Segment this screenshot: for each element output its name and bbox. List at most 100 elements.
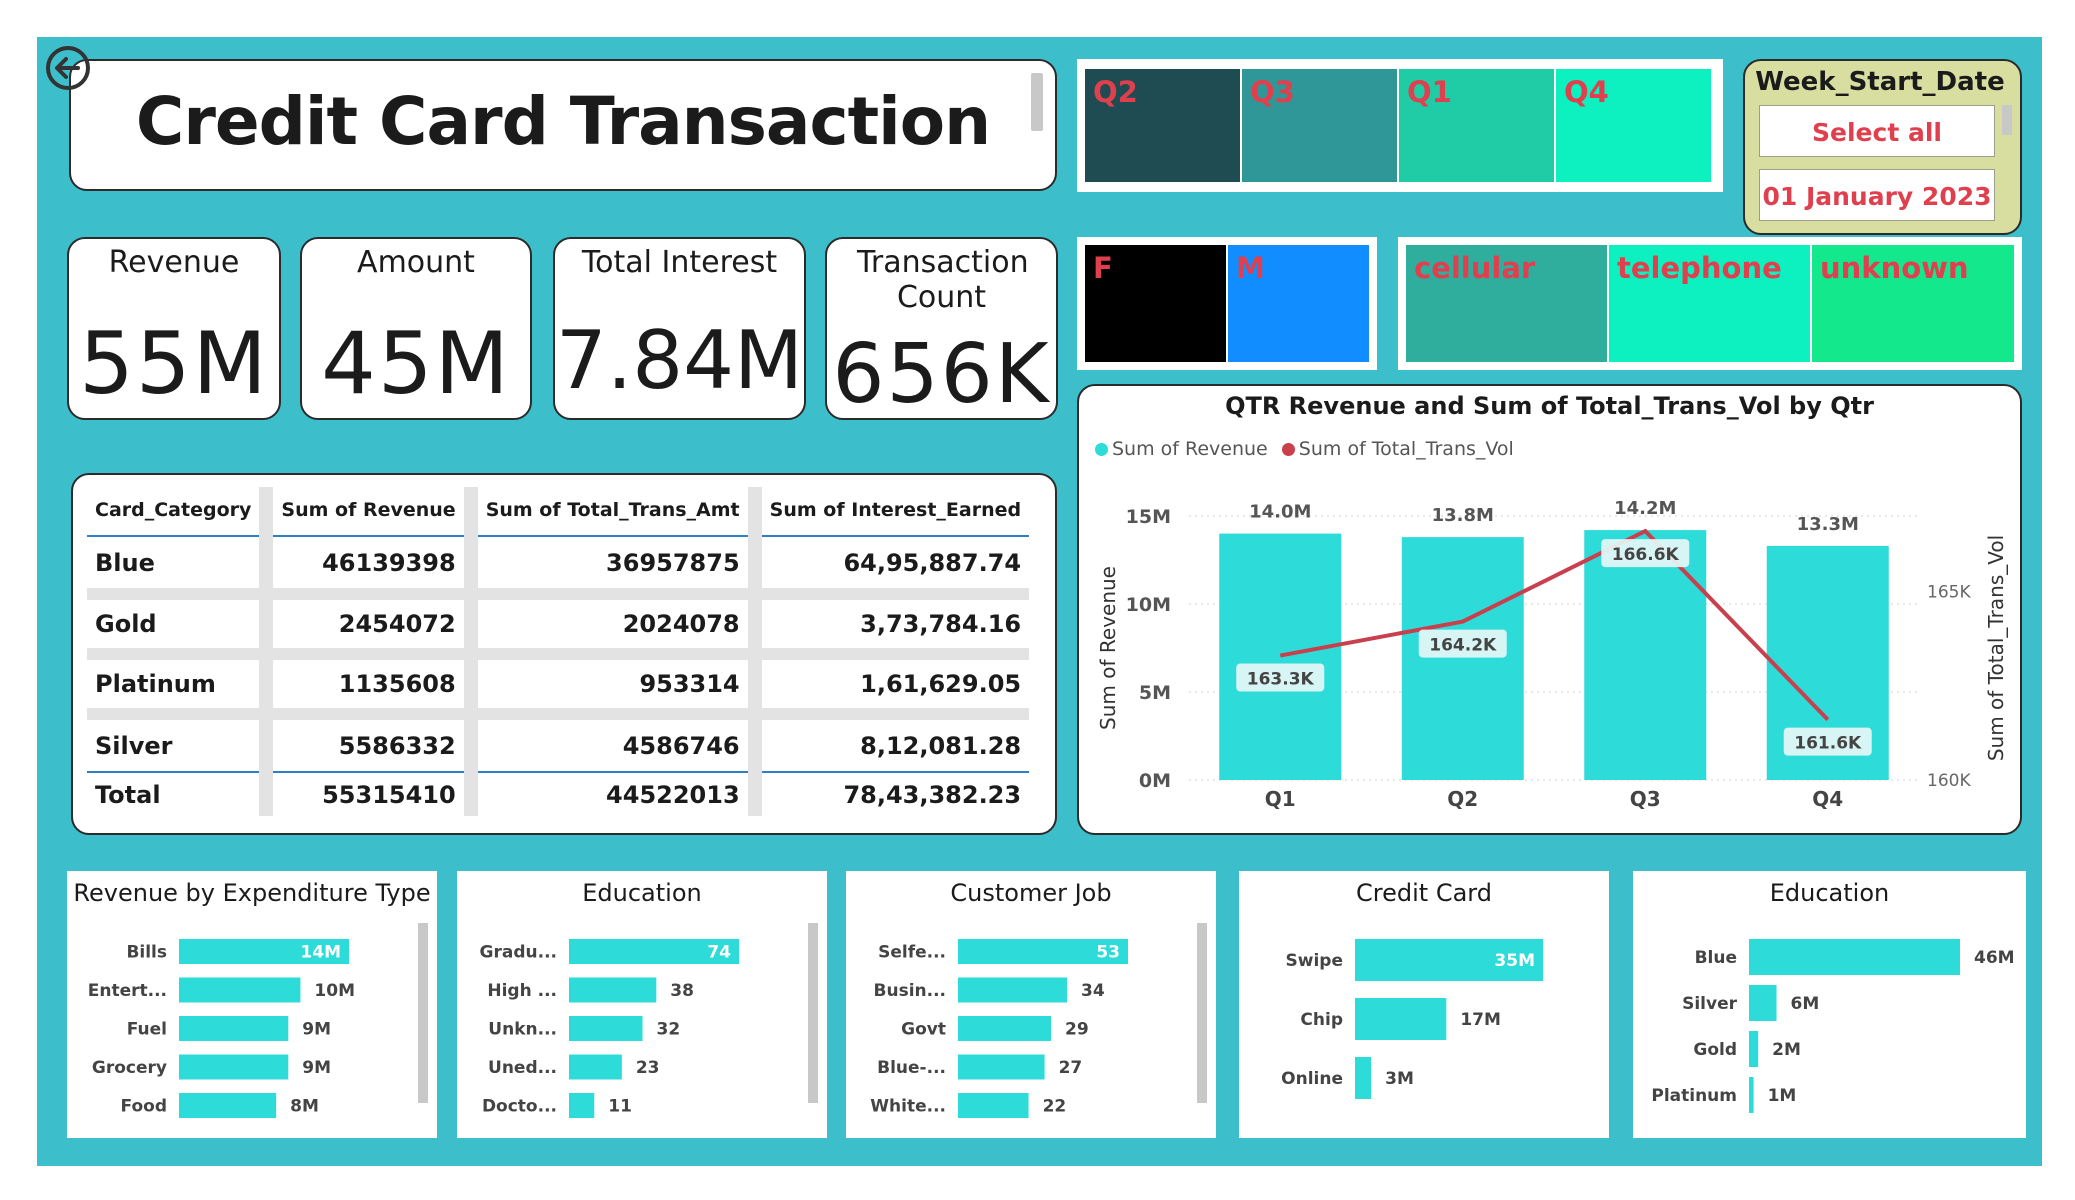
bar[interactable] bbox=[958, 977, 1068, 1003]
week-select-all[interactable]: Select all bbox=[1759, 105, 1995, 157]
y-tick-label: 0M bbox=[1139, 770, 1171, 792]
slicer-tile-m[interactable]: M bbox=[1228, 245, 1369, 362]
kpi-amount-card: Amount 45M bbox=[300, 237, 532, 420]
bar[interactable] bbox=[1355, 1057, 1372, 1099]
bar[interactable] bbox=[569, 1016, 643, 1041]
week-slicer-scrollbar[interactable] bbox=[2002, 105, 2012, 135]
bar-value-label: 14M bbox=[300, 943, 341, 963]
kpi-amount-value: 45M bbox=[321, 314, 511, 414]
bar-value-label: 9M bbox=[302, 1020, 331, 1040]
category-label: Platinum bbox=[1651, 1086, 1737, 1106]
bar[interactable] bbox=[958, 1016, 1052, 1041]
bar[interactable] bbox=[569, 977, 657, 1003]
table-row: Silver 5586332 4586746 8,12,081.28 bbox=[87, 714, 1029, 772]
y2-axis-label: Sum of Total_Trans_Vol bbox=[1984, 535, 2008, 761]
table-cell: Gold bbox=[87, 594, 274, 660]
volume-data-label: 163.3K bbox=[1247, 670, 1315, 690]
category-label: Selfe... bbox=[878, 943, 946, 963]
card-category-table: Card_Category Sum of Revenue Sum of Tota… bbox=[71, 473, 1057, 835]
volume-data-label: 164.2K bbox=[1429, 636, 1497, 656]
kpi-count-value: 656K bbox=[832, 327, 1051, 422]
table-cell: 3,73,784.16 bbox=[754, 594, 1030, 660]
volume-data-label: 166.6K bbox=[1612, 545, 1680, 565]
x-tick-label: Q4 bbox=[1812, 787, 1843, 811]
category-label: Busin... bbox=[874, 981, 946, 1001]
slicer-tile-telephone[interactable]: telephone bbox=[1609, 245, 1810, 362]
kpi-interest-card: Total Interest 7.84M bbox=[553, 237, 806, 420]
table-total-cell: 44522013 bbox=[470, 771, 762, 816]
table-header-card-category[interactable]: Card_Category bbox=[87, 487, 274, 537]
expenditure-bar-chart: Bills 14M Entert... 10M Fuel 9M Grocery 9M Food 8… bbox=[88, 939, 355, 1118]
table-header-sum-interest[interactable]: Sum of Interest_Earned bbox=[754, 487, 1030, 537]
bar[interactable] bbox=[1749, 939, 1960, 975]
bar[interactable] bbox=[569, 1093, 595, 1118]
table-cell: 953314 bbox=[470, 654, 762, 720]
slicer-tile-unknown[interactable]: unknown bbox=[1812, 245, 2014, 362]
bar-value-label: 46M bbox=[1974, 948, 2015, 968]
bar[interactable] bbox=[958, 1054, 1045, 1080]
back-arrow-icon[interactable] bbox=[44, 44, 92, 92]
category-label: Swipe bbox=[1286, 951, 1343, 971]
title-scrollbar[interactable] bbox=[1031, 73, 1043, 131]
slicer-tile-f[interactable]: F bbox=[1085, 245, 1226, 362]
bar[interactable] bbox=[569, 1054, 622, 1080]
kpi-count-card: Transaction Count 656K bbox=[825, 237, 1058, 422]
revenue-bar[interactable] bbox=[1219, 533, 1342, 780]
card-education-chart-panel: Education Blue 46M Silver 6M Gold 2M Platinum 1… bbox=[1633, 871, 2026, 1138]
volume-data-label: 161.6K bbox=[1794, 734, 1862, 754]
volume-line[interactable] bbox=[1279, 528, 1830, 722]
revenue-bar-label: 13.3M bbox=[1797, 514, 1859, 535]
bar-value-label: 2M bbox=[1772, 1040, 1801, 1060]
bar-value-label: 38 bbox=[670, 981, 694, 1001]
revenue-bar[interactable] bbox=[1584, 530, 1707, 780]
slicer-tile-q1[interactable]: Q1 bbox=[1399, 69, 1554, 182]
table-row: Gold 2454072 2024078 3,73,784.16 bbox=[87, 594, 1030, 660]
category-label: Gold bbox=[1693, 1040, 1737, 1060]
customer-job-chart-panel: Customer Job Selfe... 53 Busin... 34 Govt 29 B… bbox=[846, 871, 1216, 1138]
bar[interactable] bbox=[1355, 998, 1447, 1040]
report-canvas: Credit Card Transaction Revenue 55M Amou… bbox=[37, 37, 2042, 1166]
table-header-sum-trans-amt[interactable]: Sum of Total_Trans_Amt bbox=[470, 487, 762, 537]
bar[interactable] bbox=[179, 1093, 277, 1118]
kpi-interest-label: Total Interest bbox=[581, 245, 778, 280]
table-cell: 1,61,629.05 bbox=[754, 654, 1030, 720]
table-row: Platinum 1135608 953314 1,61,629.05 bbox=[87, 654, 1030, 720]
bar[interactable] bbox=[179, 1016, 289, 1041]
slicer-tile-q4[interactable]: Q4 bbox=[1556, 69, 1711, 182]
slicer-tile-q2[interactable]: Q2 bbox=[1085, 69, 1240, 182]
slicer-tile-q3[interactable]: Q3 bbox=[1242, 69, 1397, 182]
bar[interactable] bbox=[1749, 1077, 1754, 1113]
category-label: Chip bbox=[1300, 1010, 1343, 1030]
bar[interactable] bbox=[958, 1093, 1029, 1118]
revenue-bar[interactable] bbox=[1401, 537, 1524, 780]
revenue-bar-label: 14.2M bbox=[1614, 498, 1676, 519]
slicer-tile-cellular[interactable]: cellular bbox=[1406, 245, 1607, 362]
table-cell: 64,95,887.74 bbox=[754, 536, 1030, 600]
week-slicer-title: Week_Start_Date bbox=[1755, 67, 2005, 97]
week-item-jan-2023[interactable]: 01 January 2023 bbox=[1759, 169, 1995, 221]
customer-job-bar-chart: Selfe... 53 Busin... 34 Govt 29 Blue-... 27 Whit… bbox=[870, 939, 1128, 1118]
table-cell: 46139398 bbox=[266, 536, 478, 600]
expenditure-chart-panel: Revenue by Expenditure Type Bills 14M Ente… bbox=[67, 871, 437, 1138]
bar-value-label: 8M bbox=[290, 1097, 319, 1117]
x-tick-label: Q3 bbox=[1630, 787, 1661, 811]
y2-tick-label: 160K bbox=[1927, 771, 1971, 791]
table-cell: 1135608 bbox=[266, 654, 478, 720]
bar[interactable] bbox=[1749, 985, 1777, 1021]
bar-value-label: 3M bbox=[1385, 1069, 1414, 1089]
table-cell: 4586746 bbox=[470, 714, 762, 772]
table-total-cell: Total bbox=[87, 771, 274, 816]
x-tick-label: Q1 bbox=[1265, 787, 1296, 811]
table-cell: Blue bbox=[87, 536, 274, 600]
combo-chart: 0M 5M 10M 15M 160K 165K Sum of Revenue Sum of T… bbox=[1096, 498, 2008, 811]
category-label: Govt bbox=[901, 1020, 946, 1040]
credit-card-bar-chart: Swipe 35M Chip 17M Online 3M bbox=[1281, 939, 1543, 1099]
category-label: Uned... bbox=[488, 1058, 557, 1078]
week-start-date-slicer: Week_Start_Date Select all 01 January 20… bbox=[1743, 59, 2022, 235]
table-cell: 8,12,081.28 bbox=[860, 731, 1022, 760]
category-label: Grocery bbox=[92, 1058, 167, 1078]
bar[interactable] bbox=[179, 1054, 289, 1080]
bar[interactable] bbox=[179, 977, 301, 1003]
table-header-sum-revenue[interactable]: Sum of Revenue bbox=[266, 487, 478, 537]
bar[interactable] bbox=[1749, 1031, 1759, 1067]
